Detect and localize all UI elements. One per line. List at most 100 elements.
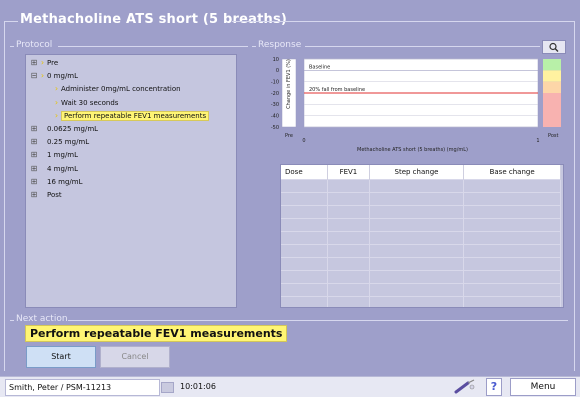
table-cell [369,205,465,219]
protocol-item-label: 1 mg/mL [47,151,79,160]
table-header-cell: Dose [281,165,329,180]
protocol-item-label: 0 mg/mL [47,72,79,81]
protocol-item[interactable]: › Wait 30 seconds [44,97,119,108]
step-arrow-icon: › [54,97,59,107]
protocol-item[interactable]: ⊞ 0.0625 mg/mL [30,123,98,134]
protocol-item-label: Post [47,191,62,199]
chart-post-label: Post [548,133,559,139]
response-chart: 100-10-20-30-40-50Baseline20% fall from … [271,57,561,144]
table-cell [463,231,561,245]
syringe-icon[interactable] [452,378,478,395]
protocol-item[interactable]: ⊞ Post [30,189,62,200]
expand-icon[interactable]: ⊞ [30,149,38,160]
post-band [543,81,561,93]
protocol-item-label: Perform repeatable FEV1 measurements [61,110,210,121]
table-header-cell: Step change [369,165,465,180]
table-row [281,205,561,219]
table-cell [327,283,370,297]
step-arrow-icon: › [40,58,45,67]
collapse-icon[interactable]: ⊟ [30,70,38,81]
protocol-item[interactable]: › Administer 0mg/mL concentration [44,83,181,94]
protocol-item[interactable]: ⊞ 4 mg/mL [30,163,78,174]
reference-line-label: 20% fall from baseline [309,87,365,93]
y-tick-label: -50 [271,125,279,131]
response-frame-a [252,46,256,47]
start-button[interactable]: Start [26,346,96,368]
table-cell [281,231,329,245]
expand-icon[interactable]: ⊞ [30,123,38,134]
help-button[interactable]: ? [486,378,502,396]
table-cell [369,179,465,193]
y-tick-label: -20 [271,91,279,97]
cancel-button[interactable]: Cancel [100,346,170,368]
keyboard-icon[interactable] [161,382,174,393]
protocol-item[interactable]: ⊞ 0.25 mg/mL [30,136,90,147]
patient-field[interactable]: Smith, Peter / PSM-11213 [5,379,160,396]
table-cell [463,244,561,258]
x-tick-label: 0 [302,138,305,144]
table-cell [327,296,370,307]
table-cell [463,218,561,232]
table-row [281,270,561,284]
table-cell [369,257,465,271]
table-cell [369,283,465,297]
menu-button[interactable]: Menu [510,378,576,396]
protocol-item[interactable]: ⊟ › 0 mg/mL [30,70,78,81]
frame-top-right [232,21,575,22]
frame-left [4,21,5,371]
table-cell [369,192,465,206]
protocol-item[interactable]: ⊞ › Pre [30,57,59,68]
clock-text: 10:01:06 [180,382,216,391]
table-cell [369,231,465,245]
protocol-item[interactable]: › Perform repeatable FEV1 measurements [44,110,210,121]
table-cell [281,270,329,284]
y-tick-label: 0 [276,68,279,74]
response-legend: Response [258,40,302,50]
table-cell [327,179,370,193]
table-header-cell: FEV1 [327,165,370,180]
expand-icon[interactable]: ⊞ [30,57,38,68]
table-cell [327,244,370,258]
expand-icon[interactable]: ⊞ [30,176,38,187]
protocol-item-label: Administer 0mg/mL concentration [61,85,181,94]
y-tick-label: 10 [273,57,279,63]
table-cell [327,257,370,271]
protocol-item-label: 0.25 mg/mL [47,138,90,147]
table-header-cell: Base change [463,165,561,180]
table-row [281,179,561,193]
table-cell [281,192,329,206]
expand-icon[interactable]: ⊞ [30,136,38,147]
y-tick-label: -40 [271,113,279,119]
protocol-tree-panel[interactable]: ⊞ › Pre ⊟ › 0 mg/mL › Administer 0mg/mL concent… [25,54,237,308]
table-cell [327,218,370,232]
next-frame-b [68,320,568,321]
protocol-frame-b [58,46,248,47]
table-cell [327,205,370,219]
protocol-frame-a [10,46,14,47]
expand-icon[interactable]: ⊞ [30,189,38,200]
protocol-item[interactable]: ⊞ 1 mg/mL [30,149,78,160]
post-band [543,93,561,127]
table-row [281,296,561,307]
table-cell [281,257,329,271]
table-row [281,283,561,297]
step-arrow-icon: › [54,110,59,120]
window-title: Methacholine ATS short (5 breaths) [20,12,288,27]
table-cell [463,192,561,206]
protocol-item-label: 0.0625 mg/mL [47,125,99,133]
table-cell [281,296,329,307]
response-table-panel[interactable]: Dose FEV1 Step change Base change [280,164,564,308]
table-cell [281,205,329,219]
table-cell [369,218,465,232]
expand-icon[interactable]: ⊞ [30,163,38,174]
protocol-legend: Protocol [16,40,53,50]
y-tick-label: -30 [271,102,279,108]
table-cell [369,296,465,307]
table-cell [463,296,561,307]
table-cell [327,270,370,284]
protocol-item[interactable]: ⊞ 16 mg/mL [30,176,83,187]
table-row [281,244,561,258]
table-row [281,257,561,271]
response-table: Dose FEV1 Step change Base change [281,165,561,307]
table-cell [463,257,561,271]
